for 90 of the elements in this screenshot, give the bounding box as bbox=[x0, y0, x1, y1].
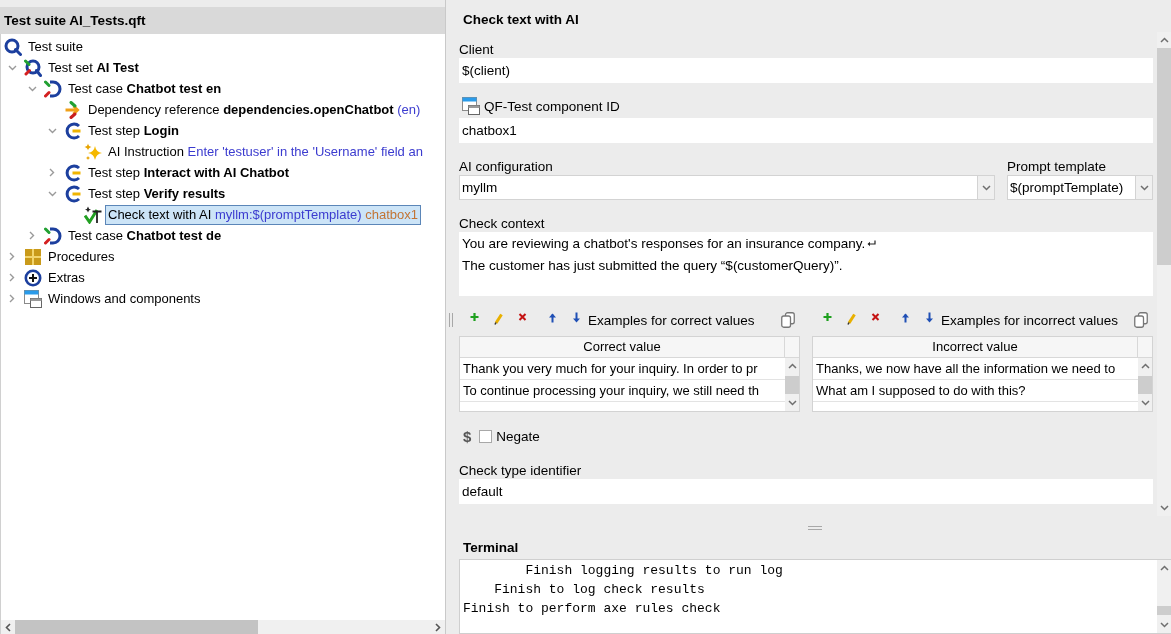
vertical-scrollbar[interactable] bbox=[1157, 32, 1171, 516]
prompt-template-dropdown[interactable]: $(promptTemplate) bbox=[1007, 175, 1153, 200]
window-icon bbox=[24, 289, 42, 308]
tree-item[interactable]: Test set AI Test bbox=[45, 57, 142, 78]
tree-item[interactable]: Test case Chatbot test de bbox=[65, 225, 225, 246]
vertical-scrollbar[interactable] bbox=[1157, 560, 1171, 633]
c-shape-icon bbox=[64, 121, 82, 140]
chevron-down-icon[interactable] bbox=[981, 184, 991, 191]
chevron-right-icon[interactable] bbox=[9, 294, 15, 303]
scrollbar-thumb[interactable] bbox=[15, 620, 258, 634]
check-type-field[interactable]: default bbox=[459, 479, 1153, 504]
colored-d-icon bbox=[44, 79, 62, 98]
chevron-down-icon[interactable] bbox=[1140, 400, 1150, 406]
q-icon bbox=[4, 37, 22, 56]
horizontal-scrollbar[interactable] bbox=[0, 620, 445, 634]
ai-configuration-dropdown[interactable]: myllm bbox=[459, 175, 995, 200]
component-id-field[interactable]: chatbox1 bbox=[459, 118, 1153, 143]
chevron-right-icon[interactable] bbox=[49, 168, 55, 177]
c-shape-icon bbox=[64, 184, 82, 203]
tree-item[interactable]: AI Instruction Enter 'testuser' in the 'Username' field an bbox=[105, 141, 426, 162]
colored-q-icon bbox=[24, 58, 42, 77]
tree-item[interactable]: Dependency reference dependencies.openChatbot (en) bbox=[85, 99, 424, 120]
field-label: Client bbox=[459, 41, 494, 57]
client-field[interactable]: $(client) bbox=[459, 58, 1153, 83]
field-label: QF-Test component ID bbox=[484, 98, 620, 114]
variable-toggle[interactable]: $ bbox=[463, 427, 472, 445]
terminal-output: Finish logging results to run log Finish to log check results Finish to perform axe rules check bbox=[462, 562, 784, 618]
sparkle-icon bbox=[84, 142, 102, 161]
panel-title: Test suite AI_Tests.qft bbox=[4, 13, 146, 28]
tree-item[interactable]: Check text with AI myllm:$(promptTemplate) chatbox1 bbox=[105, 204, 421, 225]
chevron-right-icon[interactable] bbox=[9, 252, 15, 261]
editor-title: Check text with AI bbox=[463, 12, 579, 27]
tree-item[interactable]: Windows and components bbox=[45, 288, 204, 309]
scrollbar-thumb[interactable] bbox=[1157, 48, 1171, 265]
scrollbar-thumb[interactable] bbox=[785, 376, 799, 394]
checkmark-sparkle-icon bbox=[84, 205, 102, 224]
dropdown-button[interactable] bbox=[977, 176, 994, 199]
chevron-down-icon[interactable] bbox=[27, 85, 37, 92]
chevron-up-icon[interactable] bbox=[1159, 565, 1169, 571]
table-cell: What am I supposed to do with this? bbox=[813, 380, 1138, 402]
table-cell: Thank you very much for your inquiry. In order to pr bbox=[460, 358, 785, 380]
chevron-right-icon[interactable] bbox=[9, 273, 15, 282]
chevron-down-icon[interactable] bbox=[1139, 184, 1149, 191]
field-label: Prompt template bbox=[1007, 158, 1107, 174]
chevron-down-icon[interactable] bbox=[7, 64, 17, 71]
tree-item[interactable]: Test step Interact with AI Chatbot bbox=[85, 162, 293, 183]
chevron-down-icon[interactable] bbox=[47, 190, 57, 197]
vertical-scrollbar[interactable] bbox=[785, 358, 799, 411]
window-icon bbox=[462, 97, 480, 115]
tree-item[interactable]: Test case Chatbot test en bbox=[65, 78, 225, 99]
chevron-down-icon[interactable] bbox=[1159, 622, 1169, 628]
colored-d-icon bbox=[44, 226, 62, 245]
field-label: Check type identifier bbox=[459, 462, 582, 478]
c-shape-icon bbox=[64, 163, 82, 182]
field-label: Check context bbox=[459, 215, 545, 231]
negate-checkbox[interactable] bbox=[479, 429, 493, 443]
field-label: AI configuration bbox=[459, 158, 553, 174]
chevron-down-icon[interactable] bbox=[47, 127, 57, 134]
chevron-right-icon[interactable] bbox=[29, 231, 35, 240]
arrow-icon bbox=[64, 100, 82, 119]
vertical-scrollbar[interactable] bbox=[1138, 358, 1152, 411]
chevron-up-icon[interactable] bbox=[1140, 363, 1150, 369]
table-cell: To continue processing your inquiry, we still need th bbox=[460, 380, 785, 402]
table-cell: Thanks, we now have all the information we need to bbox=[813, 358, 1138, 380]
return-icon bbox=[867, 239, 877, 247]
scrollbar-thumb[interactable] bbox=[1157, 606, 1171, 615]
grip-icon[interactable] bbox=[449, 313, 453, 327]
tree-item[interactable]: Extras bbox=[45, 267, 88, 288]
copy-icon[interactable] bbox=[781, 312, 795, 328]
chevron-up-icon[interactable] bbox=[1159, 37, 1169, 43]
chevron-down-icon[interactable] bbox=[1159, 505, 1169, 511]
tree-item[interactable]: Test step Login bbox=[85, 120, 183, 141]
dropdown-button[interactable] bbox=[1135, 176, 1152, 199]
examples-label: Examples for incorrect values bbox=[941, 312, 1119, 328]
chevron-up-icon[interactable] bbox=[787, 363, 797, 369]
grid-icon bbox=[24, 247, 42, 266]
grip-icon[interactable] bbox=[808, 526, 822, 530]
plus-circle-icon bbox=[24, 268, 42, 287]
examples-label: Examples for correct values bbox=[588, 312, 755, 328]
check-context-field[interactable]: You are reviewing a chatbot's responses for an insurance company. The customer has just submitted the query “$(customerQuery)”. bbox=[459, 232, 1153, 296]
terminal-title: Terminal bbox=[463, 540, 519, 555]
chevron-down-icon[interactable] bbox=[787, 400, 797, 406]
checkbox-label: Negate bbox=[496, 428, 540, 444]
copy-icon[interactable] bbox=[1134, 312, 1148, 328]
chevron-left-icon[interactable] bbox=[5, 622, 11, 632]
chevron-right-icon[interactable] bbox=[435, 622, 441, 632]
tree-item[interactable]: Procedures bbox=[45, 246, 118, 267]
tree-item[interactable]: Test step Verify results bbox=[85, 183, 229, 204]
scrollbar-thumb[interactable] bbox=[1138, 376, 1152, 394]
tree-item[interactable]: Test suite bbox=[25, 36, 86, 57]
